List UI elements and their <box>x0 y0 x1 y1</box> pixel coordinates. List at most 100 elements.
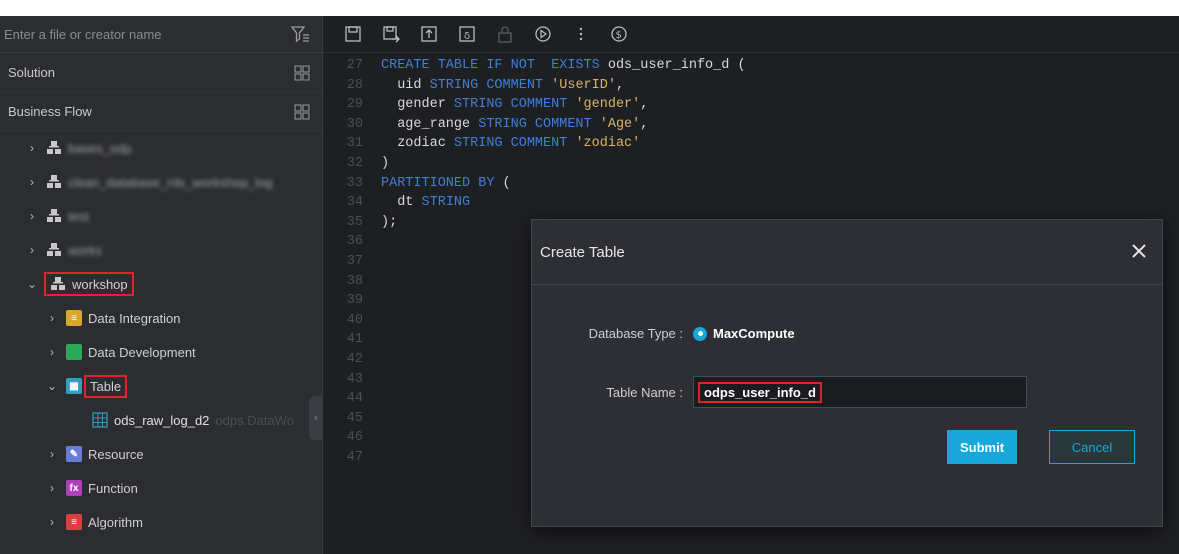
chevron-right-icon[interactable]: › <box>46 312 58 324</box>
code-token: ods_user_info_d ( <box>607 58 746 73</box>
code-text: PARTITIONED BY ( <box>381 174 511 194</box>
filter-icon[interactable] <box>290 24 310 44</box>
tree-item-table-file[interactable]: ods_raw_log_d2 odps.DataWo <box>0 403 322 437</box>
flow-label: works <box>68 242 102 258</box>
editor-toolbar: δ $ <box>323 16 1179 53</box>
code-token: , <box>615 77 625 93</box>
save-icon[interactable] <box>343 24 363 44</box>
svg-text:δ: δ <box>464 31 470 42</box>
flow-label: bases_odp <box>68 140 132 156</box>
tree-item-label: Data Development <box>88 344 196 360</box>
tree-item-flow[interactable]: › test <box>0 199 322 233</box>
tree-item-table[interactable]: ⌄ ▦ Table <box>0 369 322 403</box>
format-icon[interactable]: δ <box>457 24 477 44</box>
tree-item-algorithm[interactable]: › ≡ Algorithm <box>0 505 322 539</box>
save-as-icon[interactable] <box>381 24 401 44</box>
tree-item-label: Data Integration <box>88 310 181 326</box>
dialog-header: Create Table <box>532 220 1162 285</box>
resource-icon: ✎ <box>66 446 82 462</box>
radio-maxcompute[interactable] <box>693 326 707 341</box>
tree-item-label: Function <box>88 480 138 496</box>
line-number: 46 <box>346 430 363 446</box>
tree-item-function[interactable]: › fx Function <box>0 471 322 505</box>
flow-node-icon <box>47 209 61 222</box>
code-line: 30 age_range STRING COMMENT 'Age', <box>323 115 1179 135</box>
code-token: 'Age' <box>599 116 641 132</box>
code-token: , <box>640 116 649 132</box>
code-token: STRING COMMENT <box>478 116 600 132</box>
section-label: Solution <box>8 64 55 80</box>
flow-label: clean_database_rds_workshop_log <box>68 174 273 190</box>
highlight-box: workshop <box>44 272 134 296</box>
sidebar: Solution Business Flow › bases_odp › clean_… <box>0 16 323 554</box>
submit-upload-icon[interactable] <box>419 24 439 44</box>
tree-item-label: Resource <box>88 446 144 462</box>
radio-maxcompute-label[interactable]: MaxCompute <box>713 326 795 341</box>
chevron-right-icon[interactable]: › <box>46 482 58 494</box>
search-input[interactable] <box>0 19 278 49</box>
chevron-down-icon[interactable]: ⌄ <box>46 380 58 392</box>
dialog-title: Create Table <box>540 243 625 261</box>
tree-item-flow[interactable]: › clean_database_rds_workshop_log <box>0 165 322 199</box>
chevron-right-icon[interactable]: › <box>26 244 38 256</box>
code-token: CREATE TABLE IF NOT EXISTS <box>381 58 608 73</box>
more-icon[interactable] <box>571 24 591 44</box>
chevron-right-icon[interactable]: › <box>26 142 38 154</box>
section-business-flow[interactable]: Business Flow <box>0 92 322 131</box>
grid-icon[interactable] <box>294 104 310 120</box>
flow-list: › bases_odp › clean_database_rds_workshop_l… <box>0 131 322 267</box>
create-table-dialog: Create Table Database Type : MaxCompute … <box>531 219 1163 527</box>
code-line: 27 CREATE TABLE IF NOT EXISTS ods_user_in… <box>323 56 1179 76</box>
cancel-button[interactable]: Cancel <box>1049 430 1135 464</box>
submit-button[interactable]: Submit <box>947 430 1017 464</box>
tree-item-data-development[interactable]: › Data Development <box>0 335 322 369</box>
tree-item-flow[interactable]: › works <box>0 233 322 267</box>
highlight-box: Table <box>84 374 128 398</box>
table-name-input[interactable]: odps_user_info_d <box>693 376 1027 408</box>
code-line: 28 uid STRING COMMENT 'UserID', <box>323 76 1179 96</box>
table-icon: ▦ <box>66 378 82 394</box>
tree-item-resource[interactable]: › ✎ Resource <box>0 437 322 471</box>
code-text: uid STRING COMMENT 'UserID', <box>381 76 624 96</box>
line-number: 44 <box>346 391 363 407</box>
chevron-right-icon[interactable]: › <box>26 176 38 188</box>
flow-node-icon <box>47 141 61 154</box>
cost-estimate-icon[interactable]: $ <box>609 24 629 44</box>
line-number: 35 <box>346 214 363 230</box>
code-token: ) <box>381 155 390 171</box>
line-number: 47 <box>346 449 363 465</box>
chevron-right-icon[interactable]: › <box>26 210 38 222</box>
code-token: zodiac <box>381 136 454 152</box>
workshop-label: workshop <box>72 276 128 292</box>
chevron-down-icon[interactable]: ⌄ <box>26 278 38 290</box>
code-text: age_range STRING COMMENT 'Age', <box>381 115 648 135</box>
line-number: 43 <box>346 371 363 387</box>
table-name-label: Table Name : <box>606 384 683 400</box>
code-text: ); <box>381 213 397 233</box>
line-number: 39 <box>346 293 363 309</box>
tree-item-data-integration[interactable]: › ≡ Data Integration <box>0 301 322 335</box>
lock-icon[interactable] <box>495 24 515 44</box>
collapse-sidebar-handle[interactable]: ‹ <box>309 396 322 440</box>
chevron-right-icon[interactable]: › <box>46 516 58 528</box>
section-solution[interactable]: Solution <box>0 53 322 92</box>
flow-node-icon <box>51 277 65 290</box>
code-line: 29 gender STRING COMMENT 'gender', <box>323 95 1179 115</box>
table-owner: odps.DataWo <box>215 412 294 428</box>
code-token: ); <box>381 214 398 230</box>
code-token: gender <box>381 97 454 113</box>
code-token: 'UserID' <box>551 77 616 93</box>
grid-icon[interactable] <box>294 65 310 81</box>
tree-item-flow[interactable]: › bases_odp <box>0 131 322 165</box>
code-token: ( <box>502 175 511 191</box>
chevron-right-icon[interactable]: › <box>46 448 58 460</box>
tree-item-workshop[interactable]: ⌄ workshop <box>0 267 322 301</box>
chevron-right-icon[interactable]: › <box>46 346 58 358</box>
function-icon: fx <box>66 480 82 496</box>
line-number: 38 <box>346 273 363 289</box>
search-row <box>0 16 322 53</box>
close-icon[interactable] <box>1130 242 1148 260</box>
code-token: age_range <box>381 116 479 132</box>
run-icon[interactable] <box>533 24 553 44</box>
flow-label: test <box>68 208 89 224</box>
